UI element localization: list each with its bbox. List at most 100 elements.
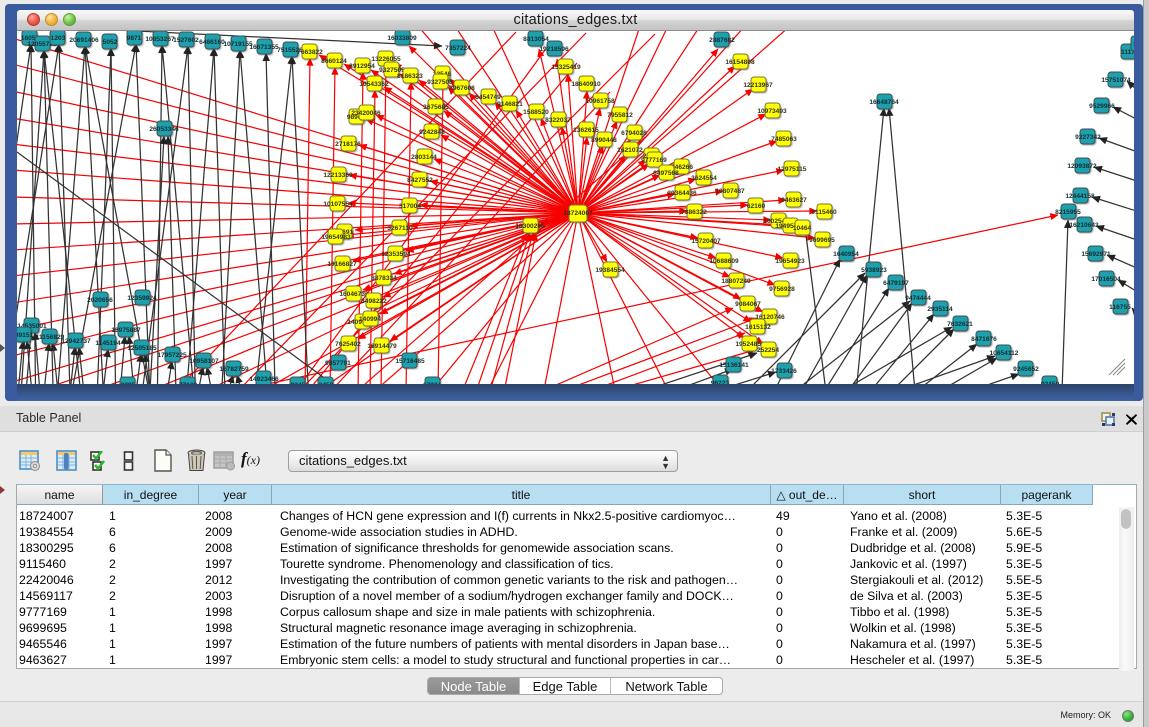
svg-text:8186323: 8186323 — [397, 73, 423, 80]
svg-text:16914479: 16914479 — [367, 343, 397, 350]
svg-text:6466160: 6466160 — [199, 39, 225, 46]
svg-text:6479197: 6479197 — [883, 280, 909, 287]
svg-text:62160: 62160 — [747, 203, 766, 210]
svg-text:18640910: 18640910 — [571, 81, 601, 88]
svg-text:13975887: 13975887 — [111, 327, 141, 334]
svg-text:8471676: 8471676 — [971, 336, 997, 343]
svg-text:19218596: 19218596 — [539, 46, 569, 53]
svg-text:6497568: 6497568 — [653, 170, 679, 177]
svg-text:10853267: 10853267 — [145, 36, 175, 43]
svg-text:39151: 39151 — [17, 332, 33, 339]
svg-text:8990448: 8990448 — [591, 137, 617, 144]
svg-text:18724007: 18724007 — [563, 210, 593, 217]
svg-text:9474444: 9474444 — [905, 295, 931, 302]
svg-text:23420046: 23420046 — [351, 110, 381, 117]
svg-text:9699695: 9699695 — [809, 237, 835, 244]
svg-text:3624554: 3624554 — [691, 175, 717, 182]
svg-text:2887682: 2887682 — [709, 37, 735, 44]
svg-text:10807487: 10807487 — [715, 188, 745, 195]
svg-text:12353594: 12353594 — [381, 251, 411, 258]
svg-text:10654112: 10654112 — [990, 350, 1019, 357]
svg-text:10973493: 10973493 — [757, 108, 787, 115]
svg-text:8912954: 8912954 — [349, 63, 375, 70]
svg-text:6794028: 6794028 — [621, 130, 647, 137]
svg-text:2935114: 2935114 — [927, 306, 953, 313]
svg-text:12093872: 12093872 — [1067, 163, 1097, 170]
svg-text:19654923: 19654923 — [775, 258, 805, 265]
svg-text:15720407: 15720407 — [691, 238, 721, 245]
svg-text:12213967: 12213967 — [743, 82, 773, 89]
svg-text:15751074: 15751074 — [1101, 77, 1131, 84]
svg-text:19166827: 19166827 — [327, 261, 357, 268]
svg-text:7632621: 7632621 — [947, 321, 973, 328]
svg-text:10958107: 10958107 — [189, 358, 219, 365]
svg-text:9227342: 9227342 — [1075, 134, 1101, 141]
svg-text:116755: 116755 — [1109, 304, 1131, 311]
svg-text:20691406: 20691406 — [69, 37, 99, 44]
svg-text:14923466: 14923466 — [249, 376, 279, 383]
svg-text:9242848: 9242848 — [419, 129, 445, 136]
svg-text:12444158: 12444158 — [1065, 193, 1095, 200]
svg-text:10688609: 10688609 — [709, 258, 739, 265]
svg-text:13325419: 13325419 — [551, 64, 581, 71]
svg-text:3395: 3395 — [121, 382, 136, 384]
svg-text:7357224: 7357224 — [445, 45, 471, 52]
svg-text:16046736: 16046736 — [339, 291, 369, 298]
svg-text:16648764: 16648764 — [869, 99, 899, 106]
svg-text:3267110: 3267110 — [387, 225, 413, 232]
svg-text:77120: 77120 — [179, 382, 198, 384]
svg-text:17016504: 17016504 — [1091, 276, 1121, 283]
svg-text:10961758: 10961758 — [585, 98, 615, 105]
svg-text:1733426: 1733426 — [771, 368, 797, 375]
svg-text:17957225: 17957225 — [157, 352, 187, 359]
svg-text:96223: 96223 — [711, 380, 730, 384]
svg-text:8813054: 8813054 — [523, 36, 549, 43]
svg-text:5938923: 5938923 — [861, 267, 887, 274]
svg-text:3675685: 3675685 — [423, 104, 449, 111]
svg-text:9777169: 9777169 — [641, 157, 667, 164]
svg-text:19654983: 19654983 — [321, 234, 351, 241]
svg-text:2718176: 2718176 — [335, 141, 361, 148]
svg-text:2967608: 2967608 — [449, 85, 475, 92]
svg-text:18300295: 18300295 — [515, 223, 545, 230]
svg-text:16154808: 16154808 — [725, 59, 755, 66]
svg-text:7663822: 7663822 — [297, 49, 323, 56]
svg-text:140994: 140994 — [359, 316, 381, 323]
svg-text:10543362: 10543362 — [359, 81, 389, 88]
svg-text:18807249: 18807249 — [721, 278, 751, 285]
svg-text:1621072: 1621072 — [617, 147, 643, 154]
svg-text:16671355: 16671355 — [249, 44, 279, 51]
svg-text:92450: 92450 — [1041, 381, 1060, 384]
svg-text:317004: 317004 — [399, 203, 421, 210]
svg-text:20364436: 20364436 — [667, 190, 697, 197]
svg-text:10464: 10464 — [793, 225, 812, 232]
svg-text:1145194: 1145194 — [95, 340, 121, 347]
svg-text:11156829: 11156829 — [36, 334, 65, 341]
svg-text:1203: 1203 — [51, 35, 66, 42]
svg-text:9756928: 9756928 — [769, 286, 795, 293]
svg-text:9529966: 9529966 — [1089, 103, 1115, 110]
svg-text:26053346: 26053346 — [149, 126, 179, 133]
svg-text:8660124: 8660124 — [321, 58, 347, 65]
svg-text:1640954: 1640954 — [833, 251, 859, 258]
svg-text:3498222: 3498222 — [361, 298, 387, 305]
svg-text:12359924: 12359924 — [127, 295, 157, 302]
svg-text:1527602: 1527602 — [173, 37, 199, 44]
svg-text:9245652: 9245652 — [1013, 366, 1039, 373]
svg-text:16782759: 16782759 — [219, 366, 249, 373]
svg-text:7625402: 7625402 — [335, 341, 361, 348]
svg-text:12975115: 12975115 — [778, 166, 807, 173]
svg-text:7386322: 7386322 — [681, 209, 707, 216]
svg-text:8215955: 8215955 — [1055, 209, 1081, 216]
svg-text:15716485: 15716485 — [395, 358, 425, 365]
svg-text:5052: 5052 — [103, 39, 118, 46]
svg-text:9115460: 9115460 — [811, 209, 837, 216]
svg-text:9463627: 9463627 — [781, 197, 807, 204]
svg-text:9146821: 9146821 — [497, 101, 523, 108]
svg-text:12505185: 12505185 — [127, 345, 157, 352]
svg-text:15136141: 15136141 — [719, 362, 749, 369]
svg-text:16210643: 16210643 — [1069, 222, 1099, 229]
svg-text:10107554: 10107554 — [323, 201, 353, 208]
svg-text:2450: 2450 — [319, 382, 334, 384]
svg-text:1615132: 1615132 — [745, 324, 771, 331]
